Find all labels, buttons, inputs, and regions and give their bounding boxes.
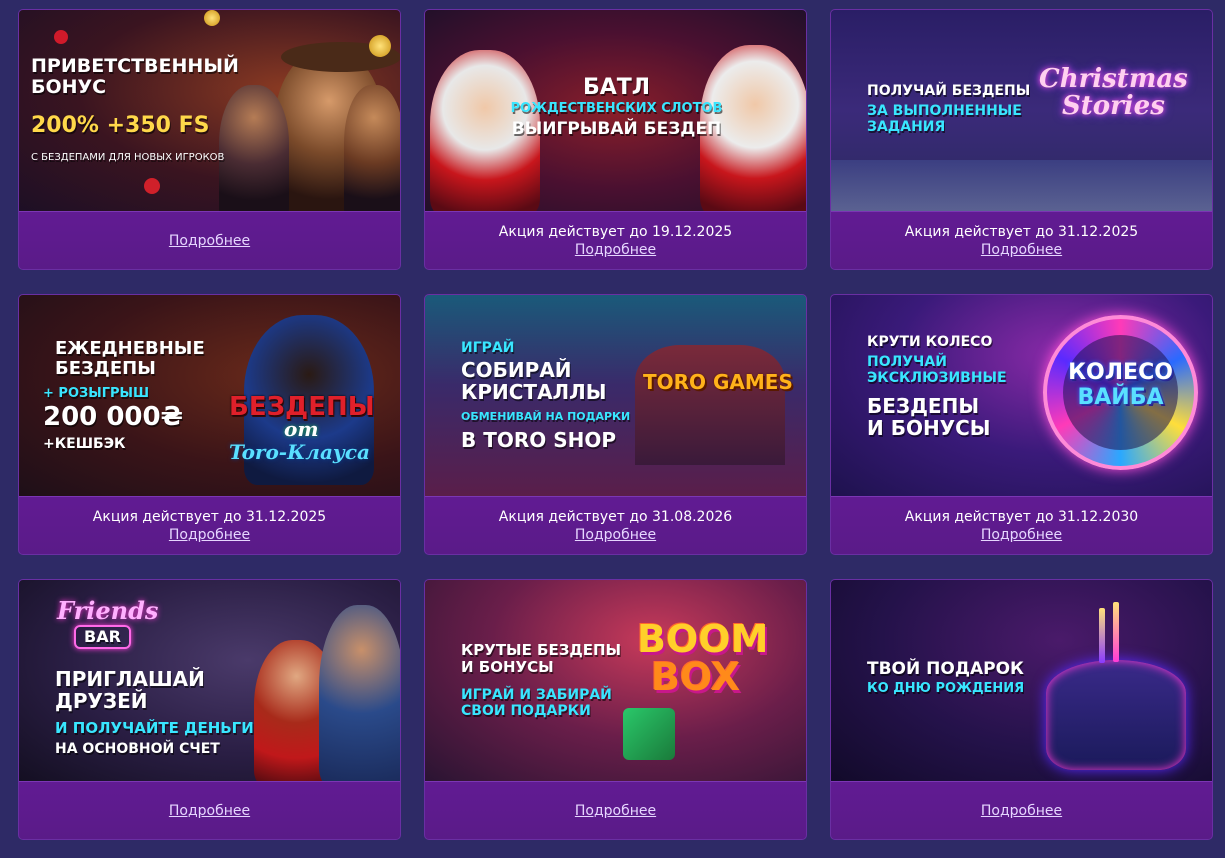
birthday-cake-image [1046,660,1186,770]
more-details-link[interactable]: Подробнее [981,803,1062,819]
candle-icon [1113,602,1119,662]
promo-card-christmas-slots-battle: БАТЛ РОЖДЕСТВЕНСКИХ СЛОТОВ ВЫИГРЫВАЙ БЕЗ… [424,9,807,270]
promo-banner-slots-battle[interactable]: БАТЛ РОЖДЕСТВЕНСКИХ СЛОТОВ ВЫИГРЫВАЙ БЕЗ… [425,10,806,211]
barn-image [635,345,785,465]
bezdepy-logo-from: от [284,417,319,441]
man-figure-image [319,605,400,781]
promo-card-boom-box: КРУТЫЕ БЕЗДЕПЫ И БОНУСЫ ИГРАЙ И ЗАБИРАЙ … [424,579,807,840]
gold-coin-icon [369,35,391,57]
banner-subtitle: И ПОЛУЧАЙТЕ ДЕНЬГИ [55,719,254,737]
banner-raffle-label: + РОЗЫГРЫШ [43,386,150,401]
promo-card-friends-bar: Friends BAR ПРИГЛАШАЙ ДРУЗЕЙ И ПОЛУЧАЙТЕ… [18,579,401,840]
gift-box-image [623,708,675,760]
promo-validity: Акция действует до 31.08.2026 [498,508,733,525]
banner-bonuses-label: БЕЗДЕПЫ И БОНУСЫ [867,394,991,441]
more-details-link[interactable]: Подробнее [169,527,250,543]
more-details-link[interactable]: Подробнее [981,527,1062,543]
promo-card-footer: Подробнее [831,781,1212,839]
promo-validity: Акция действует до 31.12.2030 [904,508,1139,525]
banner-shop-label: В TORO SHOP [461,428,617,452]
candle-icon [1099,608,1105,663]
promo-banner-friends-bar[interactable]: Friends BAR ПРИГЛАШАЙ ДРУЗЕЙ И ПОЛУЧАЙТЕ… [19,580,400,781]
banner-title: БАТЛ [582,75,651,100]
promo-banner-toro-shop[interactable]: ИГРАЙ СОБИРАЙ КРИСТАЛЛЫ ОБМЕНИВАЙ НА ПОД… [425,295,806,496]
promo-card-footer: Подробнее [19,781,400,839]
promo-card-toro-shop: ИГРАЙ СОБИРАЙ КРИСТАЛЛЫ ОБМЕНИВАЙ НА ПОД… [424,294,807,555]
more-details-link[interactable]: Подробнее [575,527,656,543]
friends-bar-logo-bar: BAR [74,625,131,649]
toro-claus-logo: Toro-Клауса [229,440,370,464]
snowy-village-image [831,160,1212,211]
promo-card-footer: Акция действует до 31.12.2025 Подробнее [831,211,1212,269]
banner-play-label: ИГРАЙ [461,340,515,356]
christmas-stories-logo: Christmas Stories [1039,64,1188,122]
banner-title: ПРИВЕТСТВЕННЫЙ БОНУС [31,55,239,99]
banner-subtitle: С БЕЗДЕПАМИ ДЛЯ НОВЫХ ИГРОКОВ [31,152,225,163]
banner-subtitle: ИГРАЙ И ЗАБИРАЙ СВОИ ПОДАРКИ [461,687,612,719]
banner-title: ПРИГЛАШАЙ ДРУЗЕЙ [55,667,205,714]
vibe-wheel-logo: КОЛЕСО ВАЙБА [1068,360,1173,410]
toro-games-logo: TORO GAMES [643,370,793,394]
promo-card-welcome-bonus: ПРИВЕТСТВЕННЫЙ БОНУС 200% +350 FS С БЕЗД… [18,9,401,270]
companion-figure-left-image [219,85,289,211]
gold-coin-icon [204,10,220,26]
promo-card-toro-claus: ЕЖЕДНЕВНЫЕ БЕЗДЕПЫ + РОЗЫГРЫШ 200 000₴ +… [18,294,401,555]
promo-banner-christmas-stories[interactable]: ПОЛУЧАЙ БЕЗДЕПЫ ЗА ВЫПОЛНЕННЫЕ ЗАДАНИЯ C… [831,10,1212,211]
banner-title: КРУТИ КОЛЕСО [867,334,993,350]
promo-card-footer: Подробнее [19,211,400,269]
banner-title: ЕЖЕДНЕВНЫЕ БЕЗДЕПЫ [55,338,205,380]
promo-card-footer: Акция действует до 19.12.2025 Подробнее [425,211,806,269]
boom-box-logo: BOOM BOX [637,617,769,699]
promo-card-footer: Подробнее [425,781,806,839]
banner-account-label: НА ОСНОВНОЙ СЧЕТ [55,741,220,757]
banner-title: ТВОЙ ПОДАРОК [867,659,1024,679]
promo-card-vibe-wheel: КРУТИ КОЛЕСО ПОЛУЧАЙ ЭКСКЛЮЗИВНЫЕ БЕЗДЕП… [830,294,1213,555]
promo-banner-vibe-wheel[interactable]: КРУТИ КОЛЕСО ПОЛУЧАЙ ЭКСКЛЮЗИВНЫЕ БЕЗДЕП… [831,295,1212,496]
banner-cashback: +КЕШБЭК [43,436,126,452]
more-details-link[interactable]: Подробнее [981,242,1062,258]
more-details-link[interactable]: Подробнее [169,803,250,819]
banner-subtitle: ЗА ВЫПОЛНЕННЫЕ ЗАДАНИЯ [867,103,1022,135]
banner-subtitle: КО ДНЮ РОЖДЕНИЯ [867,681,1025,696]
more-details-link[interactable]: Подробнее [575,242,656,258]
banner-title: КРУТЫЕ БЕЗДЕПЫ И БОНУСЫ [461,641,622,676]
companion-figure-right-image [344,85,400,211]
promotions-grid: ПРИВЕТСТВЕННЫЙ БОНУС 200% +350 FS С БЕЗД… [18,9,1214,840]
more-details-link[interactable]: Подробнее [575,803,656,819]
promo-validity: Акция действует до 31.12.2025 [904,223,1139,240]
banner-title: ПОЛУЧАЙ БЕЗДЕПЫ [867,83,1031,99]
cherry-icon [54,30,68,44]
banner-subtitle: ПОЛУЧАЙ ЭКСКЛЮЗИВНЫЕ [867,354,1007,386]
promo-card-footer: Акция действует до 31.12.2030 Подробнее [831,496,1212,554]
banner-title: СОБИРАЙ КРИСТАЛЛЫ [461,358,607,405]
more-details-link[interactable]: Подробнее [169,233,250,249]
promo-validity: Акция действует до 19.12.2025 [498,223,733,240]
promo-banner-birthday[interactable]: ТВОЙ ПОДАРОК КО ДНЮ РОЖДЕНИЯ [831,580,1212,781]
promo-banner-boom-box[interactable]: КРУТЫЕ БЕЗДЕПЫ И БОНУСЫ ИГРАЙ И ЗАБИРАЙ … [425,580,806,781]
promo-card-christmas-stories: ПОЛУЧАЙ БЕЗДЕПЫ ЗА ВЫПОЛНЕННЫЕ ЗАДАНИЯ C… [830,9,1213,270]
banner-tagline: ВЫИГРЫВАЙ БЕЗДЕП [511,119,722,139]
friends-bar-logo-friends: Friends [57,596,159,625]
promo-banner-toro-claus[interactable]: ЕЖЕДНЕВНЫЕ БЕЗДЕПЫ + РОЗЫГРЫШ 200 000₴ +… [19,295,400,496]
banner-bonus-amount: 200% +350 FS [31,113,210,138]
banner-subtitle: РОЖДЕСТВЕНСКИХ СЛОТОВ [510,101,723,116]
banner-prize-amount: 200 000₴ [43,402,183,432]
strawberry-icon [144,178,160,194]
promo-card-birthday-gift: ТВОЙ ПОДАРОК КО ДНЮ РОЖДЕНИЯ Подробнее [830,579,1213,840]
promo-card-footer: Акция действует до 31.12.2025 Подробнее [19,496,400,554]
promo-banner-welcome[interactable]: ПРИВЕТСТВЕННЫЙ БОНУС 200% +350 FS С БЕЗД… [19,10,400,211]
promo-validity: Акция действует до 31.12.2025 [92,508,327,525]
promo-card-footer: Акция действует до 31.08.2026 Подробнее [425,496,806,554]
banner-exchange-label: ОБМЕНИВАЙ НА ПОДАРКИ [461,410,631,423]
